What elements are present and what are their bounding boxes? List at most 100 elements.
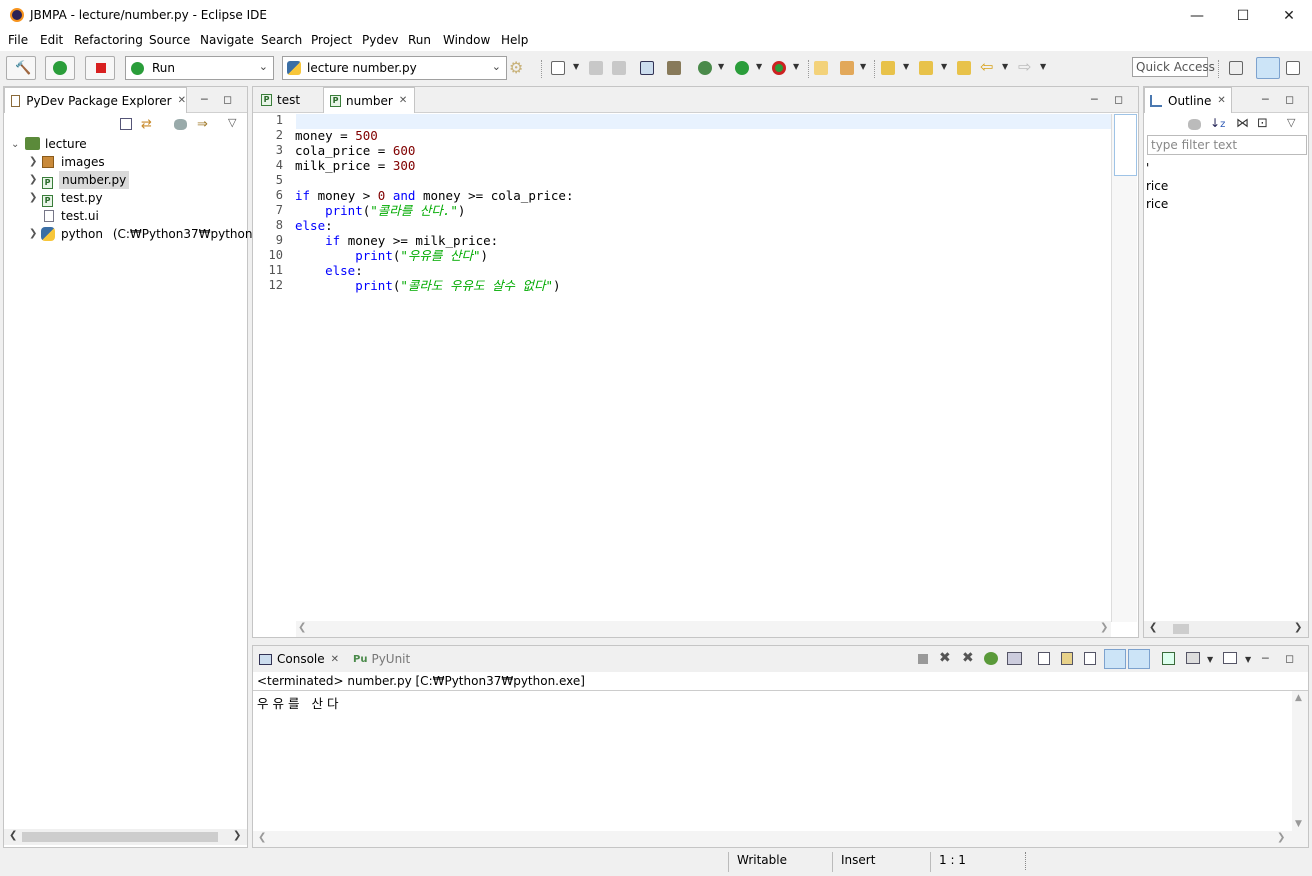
chevron-left-icon[interactable]: ❮	[9, 830, 17, 841]
launch-config-select[interactable]: lecture number.py ⌄	[282, 56, 507, 80]
open-console-icon[interactable]	[1186, 652, 1200, 664]
word-wrap-icon[interactable]	[1084, 652, 1096, 665]
tab-package-explorer[interactable]: PyDev Package Explorer ✕	[4, 87, 187, 113]
chevron-down-icon[interactable]: ⌄	[11, 139, 19, 150]
filters-icon[interactable]	[174, 119, 187, 130]
pencil-icon[interactable]	[840, 61, 854, 75]
close-icon[interactable]: ✕	[1217, 95, 1225, 106]
forward-arrow-icon[interactable]: ⇨	[1018, 57, 1031, 76]
menu-search[interactable]: Search	[261, 33, 302, 47]
minimize-icon[interactable]: ─	[1091, 93, 1098, 106]
chevron-down-icon[interactable]: ▼	[756, 62, 762, 71]
back-arrow-icon[interactable]: ⇦	[980, 57, 993, 76]
chevron-right-icon[interactable]: ❯	[1100, 622, 1108, 633]
tab-outline[interactable]: Outline ✕	[1144, 87, 1232, 113]
chevron-down-icon[interactable]: ▼	[573, 62, 579, 71]
view-menu-icon[interactable]: ▽	[228, 116, 236, 129]
run-mode-select[interactable]: Run ⌄	[125, 56, 274, 80]
close-icon[interactable]: ✕	[331, 654, 339, 665]
tree-item-number-py[interactable]: number.py	[59, 171, 130, 189]
chevron-down-icon[interactable]: ▼	[1207, 655, 1213, 664]
chevron-down-icon[interactable]: ▼	[941, 62, 947, 71]
save-all-icon[interactable]	[612, 61, 626, 75]
menu-navigate[interactable]: Navigate	[200, 33, 254, 47]
tab-console[interactable]: Console ✕	[253, 646, 345, 672]
debug-icon[interactable]	[698, 61, 712, 75]
remove-all-icon[interactable]: ✖	[962, 650, 974, 666]
chevron-left-icon[interactable]: ❮	[298, 622, 306, 633]
chevron-right-icon[interactable]: ❯	[233, 830, 241, 841]
code-line[interactable]: if money >= milk_price:	[295, 233, 498, 248]
tab-pyunit[interactable]: Pu PyUnit	[349, 646, 419, 672]
editor-hscrollbar[interactable]: ❮ ❯	[296, 621, 1111, 637]
code-line[interactable]: if money > 0 and money >= cola_price:	[295, 188, 573, 203]
last-edit-icon[interactable]	[957, 61, 971, 75]
tree-item-test-py[interactable]: test.py	[61, 189, 103, 207]
menu-refactoring[interactable]: Refactoring	[74, 33, 143, 47]
chevron-down-icon[interactable]: ▼	[1245, 655, 1251, 664]
chevron-right-icon[interactable]: ❯	[29, 228, 37, 239]
scroll-thumb[interactable]	[1173, 624, 1189, 634]
minimize-icon[interactable]: ─	[1262, 93, 1269, 106]
gear-icon[interactable]: ⚙	[509, 58, 523, 77]
close-button[interactable]: ✕	[1266, 0, 1312, 31]
next-annotation-icon[interactable]	[881, 61, 895, 75]
display-console-icon[interactable]	[1007, 652, 1022, 665]
terminate-icon[interactable]	[918, 654, 928, 664]
chevron-down-icon[interactable]: ▼	[1295, 819, 1302, 829]
show-on-output-icon[interactable]	[1104, 649, 1126, 669]
console-vscrollbar[interactable]: ▲ ▼	[1292, 691, 1308, 833]
focus-icon[interactable]: ⇒	[197, 117, 208, 132]
menu-pydev[interactable]: Pydev	[362, 33, 398, 47]
tree-item-python[interactable]: python (C:₩Python37₩python.ex	[61, 225, 271, 243]
pydev-icon[interactable]	[667, 61, 681, 75]
maximize-icon[interactable]: ◻	[1285, 652, 1294, 665]
chevron-right-icon[interactable]: ❯	[29, 174, 37, 185]
tree-project-lecture[interactable]: lecture	[45, 135, 87, 153]
pin-console-icon[interactable]	[1162, 652, 1175, 665]
close-icon[interactable]: ✕	[399, 95, 407, 106]
menu-source[interactable]: Source	[149, 33, 190, 47]
menu-edit[interactable]: Edit	[40, 33, 63, 47]
menu-window[interactable]: Window	[443, 33, 490, 47]
maximize-icon[interactable]: ◻	[223, 93, 232, 106]
close-icon[interactable]: ✕	[178, 95, 186, 106]
collapse-icon[interactable]: ⋈	[1236, 116, 1249, 131]
link-editor-icon[interactable]: ⇄	[141, 117, 152, 132]
open-perspective-icon[interactable]	[1229, 61, 1243, 75]
code-line[interactable]: else:	[295, 263, 363, 278]
explorer-hscrollbar[interactable]: ❮ ❯	[4, 829, 247, 845]
remove-launch-icon[interactable]: ✖	[939, 650, 951, 666]
tab-test[interactable]: P test	[259, 87, 323, 113]
chevron-right-icon[interactable]: ❯	[1294, 622, 1302, 633]
perspective-icon[interactable]	[1286, 61, 1300, 75]
outline-item[interactable]: '	[1146, 159, 1149, 177]
pydev-perspective-icon[interactable]	[1256, 57, 1280, 79]
console-icon[interactable]	[640, 61, 654, 75]
new-file-icon[interactable]	[551, 61, 565, 75]
view-menu-icon[interactable]: ▽	[1287, 116, 1295, 129]
chevron-down-icon[interactable]: ▼	[1002, 62, 1008, 71]
tab-number[interactable]: P number ✕	[323, 87, 415, 113]
quick-access-input[interactable]: Quick Access	[1132, 57, 1215, 77]
maximize-button[interactable]: ☐	[1220, 0, 1266, 31]
maximize-icon[interactable]: ◻	[1285, 93, 1294, 106]
chevron-down-icon[interactable]: ▼	[1040, 62, 1046, 71]
collapse-all-icon[interactable]	[120, 118, 132, 130]
tree-item-images[interactable]: images	[61, 153, 105, 171]
menu-file[interactable]: File	[8, 33, 28, 47]
save-icon[interactable]	[589, 61, 603, 75]
open-folder-icon[interactable]	[814, 61, 828, 75]
tree-item-test-ui[interactable]: test.ui	[61, 207, 99, 225]
outline-hscrollbar[interactable]: ❮ ❯	[1144, 621, 1308, 637]
chevron-up-icon[interactable]: ▲	[1295, 693, 1302, 703]
code-line[interactable]: print("콜라를 산다.")	[295, 203, 465, 218]
build-button[interactable]: 🔨	[6, 56, 36, 80]
code-line[interactable]: money = 500	[295, 128, 378, 143]
outline-item[interactable]: rice	[1146, 177, 1168, 195]
chevron-left-icon[interactable]: ❮	[258, 832, 266, 843]
run-icon[interactable]	[735, 61, 749, 75]
chevron-down-icon[interactable]: ▼	[718, 62, 724, 71]
outline-filter-input[interactable]: type filter text	[1147, 135, 1307, 155]
overview-thumb[interactable]	[1114, 114, 1137, 176]
